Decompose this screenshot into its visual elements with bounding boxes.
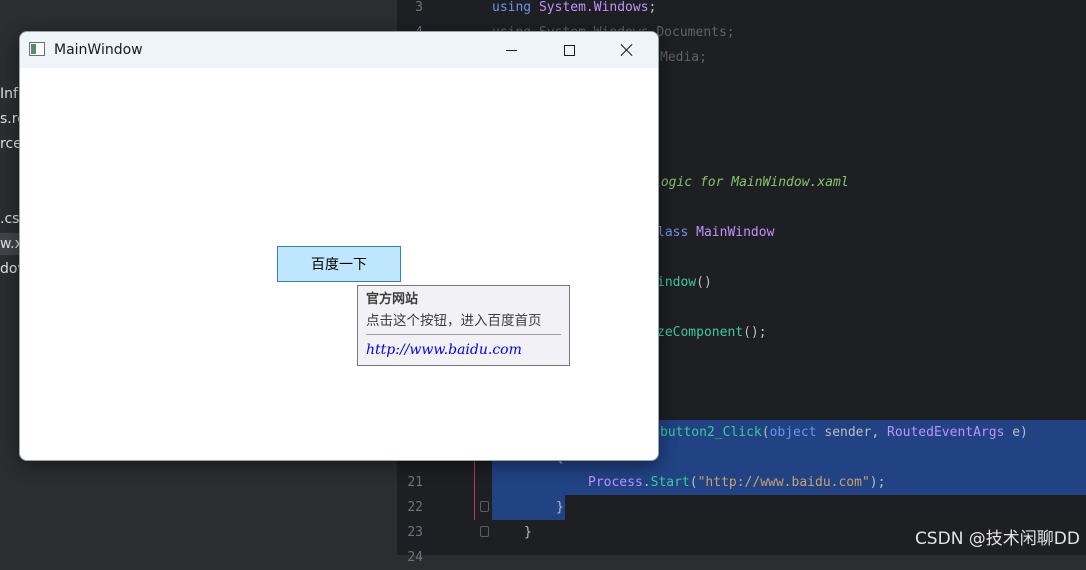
code-comment: logic for MainWindow.xaml bbox=[653, 175, 849, 190]
code-line: zeComponent(); bbox=[657, 325, 767, 340]
maximize-button[interactable] bbox=[540, 32, 598, 68]
code-selection bbox=[492, 495, 565, 520]
tree-item[interactable]: Inf bbox=[0, 83, 18, 105]
line-number: 22 bbox=[407, 500, 423, 515]
code-line: } bbox=[524, 525, 532, 540]
line-number: 21 bbox=[407, 475, 423, 490]
line-number: 23 bbox=[407, 525, 423, 540]
fold-icon[interactable] bbox=[480, 526, 489, 537]
code-line: button2_Click(object sender, RoutedEvent… bbox=[660, 425, 1028, 440]
window-title: MainWindow bbox=[54, 42, 143, 58]
baidu-search-button[interactable]: 百度一下 bbox=[277, 246, 401, 282]
main-window: MainWindow 百度一下 bbox=[19, 31, 659, 461]
code-line: lass MainWindow bbox=[657, 225, 775, 240]
app-window-icon bbox=[29, 42, 45, 56]
minimize-button[interactable] bbox=[482, 32, 540, 68]
code-line: Media; bbox=[660, 50, 707, 65]
button-tooltip: 官方网站 点击这个按钮，进入百度首页 http://www.baidu.com bbox=[357, 285, 570, 366]
minimize-icon bbox=[505, 49, 517, 51]
code-line: indow() bbox=[657, 275, 712, 290]
code-line: using System.Windows; bbox=[492, 0, 657, 15]
title-bar[interactable]: MainWindow bbox=[20, 32, 658, 68]
tooltip-divider bbox=[366, 334, 561, 335]
code-line: } bbox=[556, 500, 564, 515]
close-icon bbox=[620, 43, 634, 57]
watermark: CSDN @技术闲聊DD bbox=[914, 529, 1080, 549]
line-number: 3 bbox=[415, 0, 423, 15]
line-number: 24 bbox=[407, 550, 423, 565]
fold-icon[interactable] bbox=[480, 501, 489, 512]
window-client-area: 百度一下 bbox=[20, 68, 658, 460]
tooltip-link[interactable]: http://www.baidu.com bbox=[366, 339, 561, 361]
tooltip-description: 点击这个按钮，进入百度首页 bbox=[366, 313, 542, 329]
tree-item[interactable]: .cs bbox=[0, 208, 19, 230]
maximize-icon bbox=[563, 44, 575, 56]
close-button[interactable] bbox=[598, 32, 656, 68]
tooltip-title: 官方网站 bbox=[366, 292, 419, 307]
code-line: Process.Start("http://www.baidu.com"); bbox=[588, 475, 886, 490]
